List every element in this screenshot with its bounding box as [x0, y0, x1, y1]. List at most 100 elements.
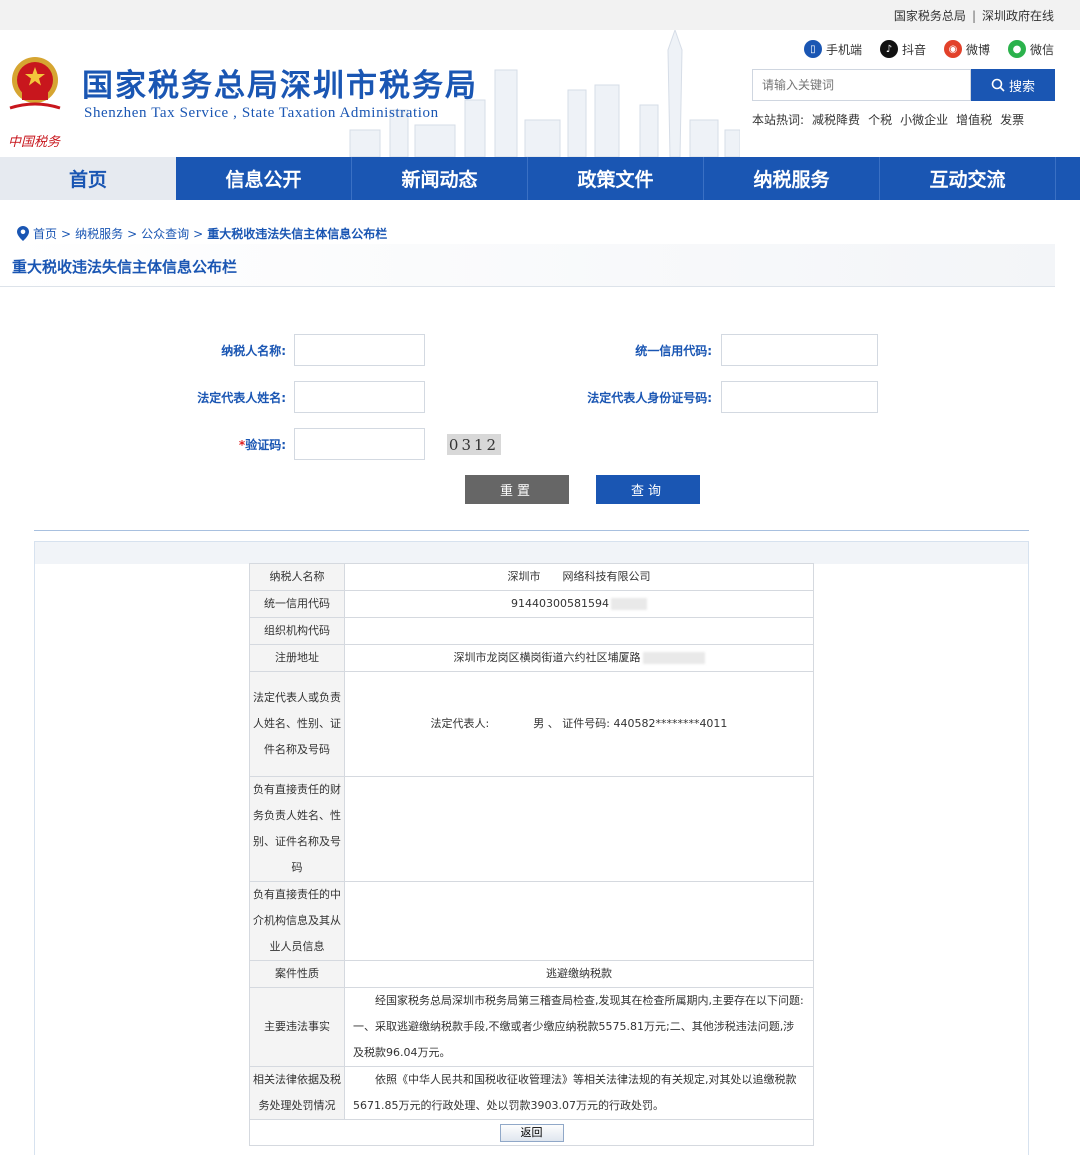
breadcrumb: 首页 > 纳税服务 > 公众查询 > 重大税收违法失信主体信息公布栏: [17, 225, 387, 242]
breadcrumb-tax-service[interactable]: 纳税服务: [75, 225, 123, 242]
redaction-blur: [642, 652, 705, 664]
table-row: 组织机构代码: [249, 617, 814, 645]
penalty-value: 依照《中华人民共和国税收征收管理法》等相关法律法规的有关规定,对其处以追缴税款5…: [344, 1066, 814, 1120]
legal-rep-id-label: 法定代表人身份证号码:: [587, 391, 712, 405]
breadcrumb-public-query[interactable]: 公众查询: [141, 225, 189, 242]
legal-rep-id-input[interactable]: [721, 381, 878, 413]
nav-item-news[interactable]: 新闻动态: [352, 157, 528, 200]
taxpayer-name-label: 纳税人名称:: [221, 344, 286, 358]
douyin-label: 抖音: [901, 42, 926, 57]
douyin-link[interactable]: ♪ 抖音: [879, 40, 926, 58]
query-button[interactable]: 查询: [596, 475, 700, 504]
social-links: ▯ 手机端 ♪ 抖音 ◉ 微博 ● 微信: [803, 40, 1054, 58]
captcha-label-text: 验证码:: [245, 438, 286, 452]
nav-item-tax-service[interactable]: 纳税服务: [704, 157, 880, 200]
search-button[interactable]: 搜索: [971, 69, 1055, 101]
hot-word-link[interactable]: 小微企业: [900, 111, 948, 128]
hot-word-link[interactable]: 减税降费: [812, 111, 860, 128]
org-code-value: [344, 617, 814, 645]
row-key: 纳税人名称: [249, 563, 345, 591]
row-key: 统一信用代码: [249, 590, 345, 618]
credit-code-cell: 91440300581594: [344, 590, 814, 618]
table-row: 案件性质 逃避缴纳税款: [249, 960, 814, 988]
search-button-label: 搜索: [1008, 79, 1035, 95]
weibo-link[interactable]: ◉ 微博: [943, 40, 990, 58]
site-subtitle: Shenzhen Tax Service , State Taxation Ad…: [84, 105, 439, 121]
captcha-label: *验证码:: [160, 436, 286, 453]
hot-word-link[interactable]: 发票: [1000, 111, 1024, 128]
result-panel-header: [35, 542, 1028, 564]
legal-rep-name-input[interactable]: [294, 381, 425, 413]
row-key: 负有直接责任的中介机构信息及其从业人员信息: [249, 881, 345, 961]
mobile-icon: ▯: [803, 40, 822, 58]
breadcrumb-separator: >: [193, 226, 204, 241]
address-value: 深圳市龙岗区横岗街道六约社区埔厦路: [453, 651, 641, 664]
back-row: 返回: [249, 1119, 814, 1146]
site-title: 国家税务总局深圳市税务局: [82, 68, 478, 104]
top-links: 国家税务总局 | 深圳政府在线: [894, 7, 1054, 24]
credit-code-value: 91440300581594: [511, 597, 609, 610]
breadcrumb-separator: >: [61, 226, 72, 241]
hot-word-link[interactable]: 增值税: [956, 111, 992, 128]
site-header: 中国税务 国家税务总局深圳市税务局 Shenzhen Tax Service ,…: [0, 30, 1080, 157]
breadcrumb-home[interactable]: 首页: [33, 225, 57, 242]
row-key: 主要违法事实: [249, 987, 345, 1067]
tax-emblem-logo: 中国税务: [8, 57, 61, 148]
top-link-separator: |: [971, 9, 976, 23]
row-key: 相关法律依据及税务处理处罚情况: [249, 1066, 345, 1120]
address-cell: 深圳市龙岗区横岗街道六约社区埔厦路: [344, 644, 814, 672]
hot-words-label: 本站热词:: [752, 113, 805, 127]
nav-item-info-disclosure[interactable]: 信息公开: [176, 157, 352, 200]
table-row: 主要违法事实 经国家税务总局深圳市税务局第三稽查局检查,发现其在检查所属期内,主…: [249, 987, 814, 1067]
row-key: 注册地址: [249, 644, 345, 672]
breadcrumb-separator: >: [127, 226, 138, 241]
wechat-icon: ●: [1007, 40, 1026, 58]
credit-code-label: 统一信用代码:: [635, 344, 712, 358]
captcha-image[interactable]: 0312: [447, 434, 501, 455]
nav-item-home[interactable]: 首页: [0, 157, 176, 200]
wechat-link[interactable]: ● 微信: [1007, 40, 1054, 58]
nav-item-policy[interactable]: 政策文件: [528, 157, 704, 200]
table-row: 返回: [249, 1119, 814, 1146]
row-key: 法定代表人或负责人姓名、性别、证件名称及号码: [249, 671, 345, 777]
table-row: 统一信用代码 91440300581594: [249, 590, 814, 618]
table-row: 相关法律依据及税务处理处罚情况 依照《中华人民共和国税收征收管理法》等相关法律法…: [249, 1066, 814, 1120]
redaction-blur: [610, 598, 647, 610]
result-table: 纳税人名称 深圳市 网络科技有限公司 统一信用代码 91440300581594…: [249, 563, 814, 1146]
emblem-caption: 中国税务: [8, 135, 61, 148]
sta-link[interactable]: 国家税务总局: [894, 9, 966, 23]
finance-head-value: [344, 776, 814, 882]
case-nature-value: 逃避缴纳税款: [344, 960, 814, 988]
weibo-icon: ◉: [943, 40, 962, 58]
legal-rep-value: 法定代表人: 男 、 证件号码: 440582********4011: [344, 671, 814, 777]
wechat-label: 微信: [1029, 42, 1054, 57]
page-title: 重大税收违法失信主体信息公布栏: [12, 258, 238, 276]
row-key: 负有直接责任的财务负责人姓名、性别、证件名称及号码: [249, 776, 345, 882]
divider: [34, 530, 1029, 531]
captcha-input[interactable]: [294, 428, 425, 460]
taxpayer-name-value: 深圳市 网络科技有限公司: [344, 563, 814, 591]
row-key: 组织机构代码: [249, 617, 345, 645]
legal-rep-name-label: 法定代表人姓名:: [197, 391, 286, 405]
main-nav: 首页 信息公开 新闻动态 政策文件 纳税服务 互动交流: [0, 157, 1080, 200]
back-button[interactable]: 返回: [499, 1123, 564, 1142]
table-row: 注册地址 深圳市龙岗区横岗街道六约社区埔厦路: [249, 644, 814, 672]
table-row: 纳税人名称 深圳市 网络科技有限公司: [249, 563, 814, 591]
search-input[interactable]: [752, 69, 971, 101]
agency-info-value: [344, 881, 814, 961]
reset-button[interactable]: 重置: [465, 475, 569, 504]
taxpayer-name-input[interactable]: [294, 334, 425, 366]
table-row: 法定代表人或负责人姓名、性别、证件名称及号码 法定代表人: 男 、 证件号码: …: [249, 671, 814, 777]
row-key: 案件性质: [249, 960, 345, 988]
nav-item-interaction[interactable]: 互动交流: [880, 157, 1056, 200]
shenzhen-gov-link[interactable]: 深圳政府在线: [982, 9, 1054, 23]
douyin-icon: ♪: [879, 40, 898, 58]
credit-code-input[interactable]: [721, 334, 878, 366]
hot-word-link[interactable]: 个税: [868, 111, 892, 128]
table-row: 负有直接责任的中介机构信息及其从业人员信息: [249, 881, 814, 961]
search-icon: [991, 78, 1005, 92]
location-pin-icon: [17, 226, 29, 241]
breadcrumb-current: 重大税收违法失信主体信息公布栏: [207, 227, 388, 241]
mobile-link[interactable]: ▯ 手机端: [803, 40, 862, 58]
site-search: 搜索: [752, 69, 1055, 101]
